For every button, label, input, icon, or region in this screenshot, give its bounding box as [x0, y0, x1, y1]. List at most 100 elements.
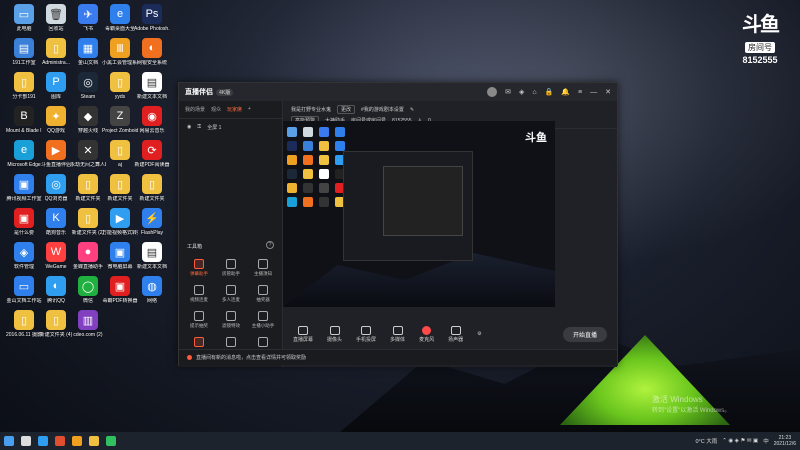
tool-item[interactable]: 弹幕助手 [183, 259, 215, 277]
bell-icon[interactable]: 🔔 [561, 88, 570, 96]
edit-title-button[interactable]: 更改 [337, 105, 356, 114]
desktop-icon[interactable]: ⚡ FlashPlay [134, 208, 170, 236]
edit-icon[interactable]: ✎ [410, 107, 414, 113]
desktop-icon[interactable]: ▯ 新建文件夹 [70, 174, 106, 202]
desktop-icon[interactable]: ▥ cdeo.com (2) [70, 310, 106, 338]
taskbar-folder-icon[interactable] [89, 436, 99, 446]
tray-icons[interactable]: ⌃ ◉ ◈ ⚑ ✉ ▣ [722, 438, 758, 444]
desktop-icon[interactable]: ▤ 新建文本文档 [134, 72, 170, 100]
clock[interactable]: 21:23 2021/12/6 [774, 435, 796, 447]
desktop-icon[interactable]: ▣ 腾讯视频工作室 [6, 174, 42, 202]
source-button[interactable]: 扬声器 [448, 325, 463, 343]
home-icon[interactable]: ⌂ [532, 89, 536, 96]
scene-tab[interactable]: 我的场景 [185, 106, 205, 113]
desktop-icon[interactable]: 🗑 回收站 [38, 4, 74, 32]
desktop-icon[interactable]: ▤ 191工作室 [6, 38, 42, 66]
desktop-icon[interactable]: ▯ aj [102, 140, 138, 168]
desktop-icon[interactable]: ▣ 毒霸PDF转换器 [102, 276, 138, 304]
desktop-icon[interactable]: ▶ 斗鱼直播伴侣 [38, 140, 74, 168]
desktop-icon[interactable]: ▯ Administra... [38, 38, 74, 66]
desktop-icon[interactable]: ▣ 微电脑屏幕 [102, 242, 138, 270]
message-icon[interactable]: ✉ [505, 88, 511, 96]
desktop-icon[interactable]: ▯ yyds [102, 72, 138, 100]
scene-row[interactable]: ◉ ⚿ 全屏 1 [179, 119, 282, 136]
desktop-icon[interactable]: ◉ 网易云音乐 [134, 106, 170, 134]
user-avatar[interactable] [487, 87, 498, 97]
lock-icon[interactable]: 🔒 [545, 88, 554, 96]
desktop-icon[interactable]: Z Project Zomboid [102, 106, 138, 134]
desktop-icon[interactable]: ▯ 新建文件夹 [134, 174, 170, 202]
minimize-icon[interactable]: — [590, 89, 597, 96]
desktop-icon[interactable]: Ⅲ 小黑工会管理系统 [102, 38, 138, 66]
settings-icon[interactable]: ⚙ [477, 331, 481, 337]
notification-strip[interactable]: 直播间有新的消息啦，点击查看详情并可领取奖励 [179, 349, 617, 365]
source-button[interactable]: 多媒体 [390, 325, 405, 343]
start-live-button[interactable]: 开始直播 [562, 326, 607, 342]
desktop-icon[interactable]: P 图库 [38, 72, 74, 100]
room-category[interactable]: #我的游戏剧本设置 [361, 106, 404, 113]
tool-item[interactable]: 主播须知 [247, 259, 279, 277]
desktop-icon[interactable]: ◐ 网银安全系统 [134, 38, 170, 66]
desktop-icon[interactable]: ▯ 新建文件夹 [102, 174, 138, 202]
desktop-icon[interactable]: ▶ 万能视频格式转换 [102, 208, 138, 236]
desktop-icon[interactable]: W WeGame [38, 242, 74, 270]
desktop-icon[interactable]: e 毒霸桌面大全 [102, 4, 138, 32]
start-button[interactable] [4, 436, 14, 446]
desktop-icon[interactable]: ▤ 新建文本文档 [134, 242, 170, 270]
weather-text[interactable]: 0°C 大雨 [695, 437, 717, 445]
taskbar-app-icon[interactable] [106, 436, 116, 446]
desktop-icon[interactable]: K 酷狗音乐 [38, 208, 74, 236]
tool-item[interactable]: 多人连麦 [215, 285, 247, 303]
source-button[interactable]: 手机投屏 [356, 325, 376, 343]
taskbar-chrome-icon[interactable] [55, 436, 65, 446]
desktop-icon[interactable]: ✕ 永劫无间之舞人Dance of F... [70, 140, 106, 168]
search-icon[interactable] [21, 436, 31, 446]
desktop-icon[interactable]: ▯ 新建文件夹 (4) [38, 310, 74, 338]
source-button[interactable]: 麦克风 [419, 325, 434, 343]
desktop-icon[interactable]: ▯ 2016.06.11 摄影 [6, 310, 42, 338]
desktop-icon[interactable]: Ps Adobe Photosh... [134, 4, 170, 32]
tool-item[interactable]: 滤镜特效 [215, 311, 247, 329]
desktop-icon[interactable]: ▣ 是什么要 [6, 208, 42, 236]
gift-icon[interactable]: ◈ [519, 88, 524, 96]
source-button[interactable]: 直播屏幕 [293, 325, 313, 343]
version-badge[interactable]: 4K版 [216, 88, 234, 96]
desktop-icon[interactable]: ✦ QQ游戏 [38, 106, 74, 134]
desktop-icon[interactable]: ◎ Steam [70, 72, 106, 100]
tool-item[interactable]: 房管助手 [215, 259, 247, 277]
desktop-icon[interactable]: ◎ QQ浏览器 [38, 174, 74, 202]
lock-icon[interactable]: ⚿ [197, 124, 201, 131]
desktop-icon[interactable]: ● 金蝶直播助手 [70, 242, 106, 270]
desktop-icon[interactable]: ▯ 分卡部191 [6, 72, 42, 100]
desktop-icon[interactable]: ◆ 穿越火线 [70, 106, 106, 134]
desktop-icon[interactable]: e Microsoft Edge [6, 140, 42, 168]
menu-icon[interactable]: ≡ [578, 89, 582, 96]
close-icon[interactable]: ✕ [605, 88, 611, 96]
eye-icon[interactable]: ◉ [187, 124, 191, 131]
stream-preview[interactable]: 斗鱼 [283, 121, 555, 307]
desktop-icon[interactable]: ▦ 金山文档 [70, 38, 106, 66]
desktop-icon[interactable]: ▭ 此电脑 [6, 4, 42, 32]
tool-item[interactable]: 提示抽奖 [183, 311, 215, 329]
desktop-icon[interactable]: ▭ 金山文档工作站 [6, 276, 42, 304]
desktop-icon[interactable]: ✈ 飞书 [70, 4, 106, 32]
taskbar-douyu-icon[interactable] [72, 436, 82, 446]
desktop-icon[interactable]: ◯ 微信 [70, 276, 106, 304]
room-title[interactable]: 我是打野专业水鬼 [291, 106, 331, 113]
tool-item[interactable]: 主播小助手 [247, 311, 279, 329]
source-button[interactable]: 摄像头 [327, 325, 342, 343]
desktop-icon[interactable]: ▯ 新建文件夹 (2) [70, 208, 106, 236]
tool-item[interactable]: 抽奖器 [247, 285, 279, 303]
scene-tab[interactable]: 观众 [211, 106, 221, 113]
app-titlebar[interactable]: 直播伴侣 4K版 ✉ ◈ ⌂ 🔒 🔔 ≡ — ✕ [179, 83, 617, 101]
tool-item[interactable]: 视频连麦 [183, 285, 215, 303]
desktop-icon[interactable]: B Mount & Blade II... [6, 106, 42, 134]
desktop-icon[interactable]: ◐ 腾讯QQ [38, 276, 74, 304]
scene-tab[interactable]: + [248, 106, 251, 113]
language-indicator[interactable]: 中 [763, 437, 769, 445]
help-icon[interactable]: ? [266, 241, 274, 249]
taskbar-edge-icon[interactable] [38, 436, 48, 446]
desktop-icon[interactable]: ⟳ 新建PDF阅读器 [134, 140, 170, 168]
scene-tab[interactable]: 玩家席 [227, 106, 242, 113]
desktop-icon[interactable]: ◈ 软件管理 [6, 242, 42, 270]
